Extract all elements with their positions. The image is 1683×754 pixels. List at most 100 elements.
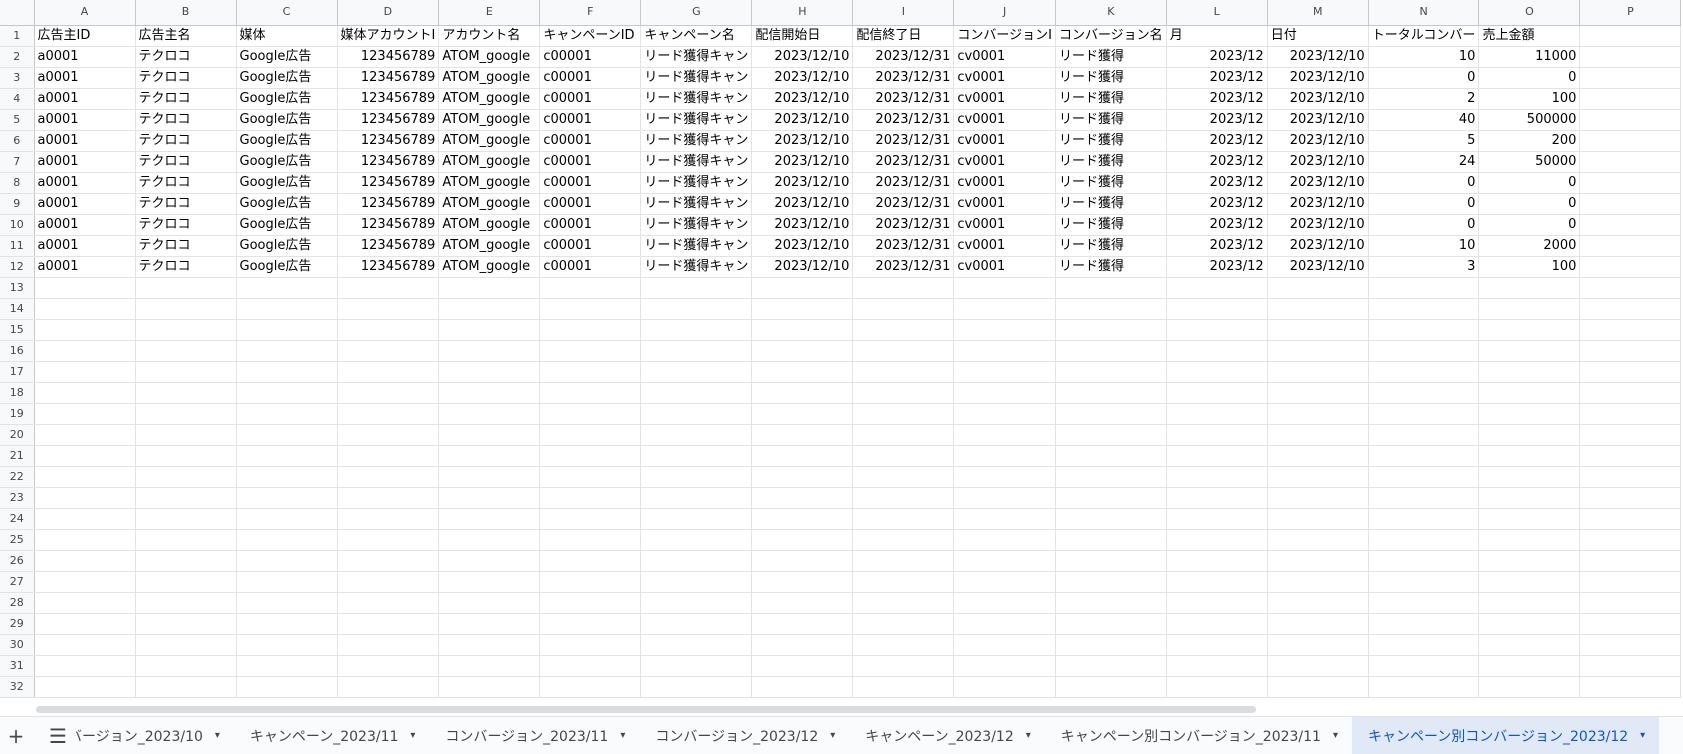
- cell[interactable]: [751, 361, 854, 383]
- sheet-tab[interactable]: キャンペーン別コンバージョン_2023/12 ▾: [1351, 717, 1660, 754]
- column-header-i[interactable]: I: [852, 0, 955, 26]
- cell[interactable]: 0: [1368, 193, 1480, 215]
- cell[interactable]: [135, 676, 237, 698]
- cell[interactable]: 123456789: [337, 235, 440, 257]
- cell[interactable]: [236, 529, 338, 551]
- cell[interactable]: [751, 382, 854, 404]
- cell[interactable]: [539, 571, 642, 593]
- cell[interactable]: [1368, 298, 1480, 320]
- cell[interactable]: [438, 676, 541, 698]
- column-header-n[interactable]: N: [1368, 0, 1480, 26]
- cell[interactable]: [640, 382, 753, 404]
- cell[interactable]: ATOM_google: [438, 235, 541, 257]
- cell[interactable]: [852, 277, 955, 299]
- cell[interactable]: [1579, 424, 1682, 446]
- cell[interactable]: [1478, 508, 1581, 530]
- cell[interactable]: [953, 319, 1056, 341]
- cell[interactable]: [1166, 424, 1268, 446]
- cell[interactable]: [953, 529, 1056, 551]
- cell[interactable]: c00001: [539, 67, 642, 89]
- cell[interactable]: [438, 403, 541, 425]
- cell[interactable]: [852, 655, 955, 677]
- cell[interactable]: [438, 361, 541, 383]
- row-header[interactable]: 32: [0, 676, 35, 698]
- cell[interactable]: 2023/12/31: [852, 88, 955, 110]
- cell[interactable]: [852, 592, 955, 614]
- cell[interactable]: a0001: [34, 256, 136, 278]
- cell[interactable]: [1368, 277, 1480, 299]
- cell[interactable]: Google広告: [236, 109, 338, 131]
- cell[interactable]: [1478, 655, 1581, 677]
- cell[interactable]: 2023/12/10: [1267, 193, 1369, 215]
- cell[interactable]: [640, 655, 753, 677]
- cell[interactable]: [953, 445, 1056, 467]
- row-header[interactable]: 10: [0, 214, 35, 236]
- cell[interactable]: [34, 571, 136, 593]
- cell[interactable]: cv0001: [953, 130, 1056, 152]
- cell[interactable]: [1368, 655, 1480, 677]
- cell[interactable]: [135, 403, 237, 425]
- cell[interactable]: [953, 613, 1056, 635]
- select-all-corner[interactable]: [0, 0, 35, 26]
- row-header[interactable]: 23: [0, 487, 35, 509]
- cell[interactable]: ATOM_google: [438, 109, 541, 131]
- cell[interactable]: [1579, 214, 1682, 236]
- cell[interactable]: 2023/12: [1166, 67, 1268, 89]
- column-header-d[interactable]: D: [337, 0, 440, 26]
- cell[interactable]: 2023/12/31: [852, 256, 955, 278]
- cell[interactable]: [1478, 361, 1581, 383]
- horizontal-scrollbar[interactable]: [36, 706, 1256, 713]
- cell[interactable]: c00001: [539, 88, 642, 110]
- cell[interactable]: [337, 529, 440, 551]
- cell[interactable]: 2023/12/10: [1267, 109, 1369, 131]
- cell[interactable]: 123456789: [337, 88, 440, 110]
- cell[interactable]: [640, 676, 753, 698]
- cell[interactable]: [1267, 340, 1369, 362]
- cell[interactable]: リード獲得キャン: [640, 109, 753, 131]
- cell[interactable]: a0001: [34, 88, 136, 110]
- cell[interactable]: [1055, 340, 1167, 362]
- sheet-tab[interactable]: コンバージョン_2023/11 ▾: [429, 717, 639, 754]
- column-header-g[interactable]: G: [640, 0, 753, 26]
- cell[interactable]: [751, 529, 854, 551]
- cell[interactable]: [438, 613, 541, 635]
- cell[interactable]: [135, 466, 237, 488]
- cell[interactable]: [1267, 403, 1369, 425]
- cell[interactable]: 2023/12/31: [852, 130, 955, 152]
- cell[interactable]: [1055, 613, 1167, 635]
- cell[interactable]: [438, 571, 541, 593]
- cell[interactable]: [135, 424, 237, 446]
- cell[interactable]: [1267, 571, 1369, 593]
- cell[interactable]: [539, 319, 642, 341]
- cell[interactable]: 配信開始日: [751, 25, 854, 47]
- cell[interactable]: [751, 487, 854, 509]
- cell[interactable]: [1579, 550, 1682, 572]
- cell[interactable]: [751, 466, 854, 488]
- cell[interactable]: テクロコ: [135, 172, 237, 194]
- cell[interactable]: [1368, 508, 1480, 530]
- cell[interactable]: リード獲得キャン: [640, 130, 753, 152]
- cell[interactable]: 日付: [1267, 25, 1369, 47]
- cell[interactable]: [135, 487, 237, 509]
- cell[interactable]: [1267, 445, 1369, 467]
- cell[interactable]: 100: [1478, 88, 1581, 110]
- cell[interactable]: [337, 466, 440, 488]
- cell[interactable]: [539, 403, 642, 425]
- cell[interactable]: [1579, 655, 1682, 677]
- cell[interactable]: リード獲得キャン: [640, 256, 753, 278]
- cell[interactable]: [337, 550, 440, 572]
- cell[interactable]: [438, 655, 541, 677]
- column-header-l[interactable]: L: [1166, 0, 1268, 26]
- cell[interactable]: [236, 634, 338, 656]
- cell[interactable]: [1267, 613, 1369, 635]
- cell[interactable]: 0: [1368, 67, 1480, 89]
- cell[interactable]: [337, 382, 440, 404]
- cell[interactable]: 2023/12/10: [1267, 151, 1369, 173]
- cell[interactable]: 2023/12/10: [1267, 67, 1369, 89]
- cell[interactable]: [1267, 424, 1369, 446]
- cell[interactable]: [1478, 487, 1581, 509]
- cell[interactable]: [640, 361, 753, 383]
- cell[interactable]: [236, 508, 338, 530]
- cell[interactable]: [539, 508, 642, 530]
- cell[interactable]: [135, 508, 237, 530]
